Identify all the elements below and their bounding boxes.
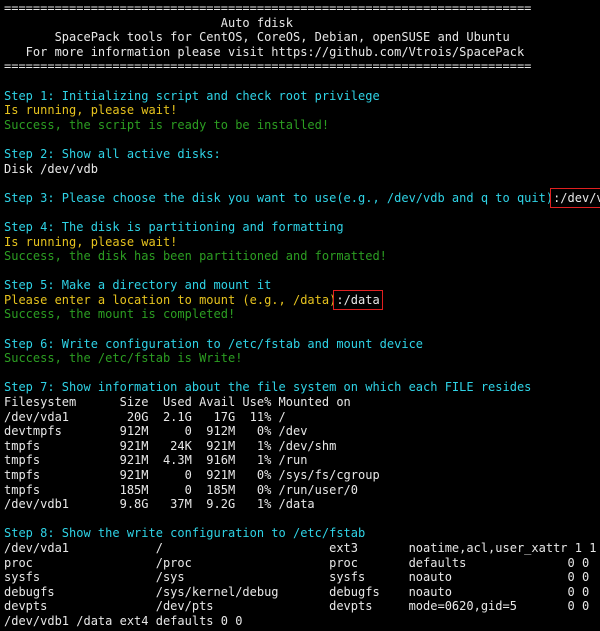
terminal-line: Success, the script is ready to be insta… <box>4 118 600 133</box>
terminal-text: /dev/vda1 / ext3 noatime,acl,user_xattr … <box>4 540 597 555</box>
terminal-text: devpts /dev/pts devpts mode=0620,gid=5 0… <box>4 599 590 614</box>
terminal-output: ========================================… <box>4 1 600 629</box>
terminal-line: Disk /dev/vdb <box>4 162 600 177</box>
terminal-line: Is running, please wait! <box>4 103 600 118</box>
terminal-line: /dev/vdb1 9.8G 37M 9.2G 1% /data <box>4 497 600 512</box>
terminal-line: Filesystem Size Used Avail Use% Mounted … <box>4 395 600 410</box>
terminal-text: Step 6: Write configuration to /etc/fsta… <box>4 336 424 351</box>
terminal-line: /dev/vdb1 /data ext4 defaults 0 0 <box>4 614 600 629</box>
terminal-line: ========================================… <box>4 1 600 16</box>
terminal-text: Success, the script is ready to be insta… <box>4 117 330 132</box>
terminal-line: proc /proc proc defaults 0 0 <box>4 556 600 571</box>
terminal-text: Filesystem Size Used Avail Use% Mounted … <box>4 395 351 410</box>
terminal-line: Step 6: Write configuration to /etc/fsta… <box>4 337 600 352</box>
terminal-line: Success, the disk has been partitioned a… <box>4 249 600 264</box>
terminal-text: sysfs /sys sysfs noauto 0 0 <box>4 570 590 585</box>
terminal-line: /dev/vda1 / ext3 noatime,acl,user_xattr … <box>4 541 600 556</box>
terminal-text: tmpfs 921M 0 921M 0% /sys/fs/cgroup <box>4 468 380 482</box>
terminal-line: tmpfs 921M 24K 921M 1% /dev/shm <box>4 439 600 454</box>
terminal-line: Step 7: Show information about the file … <box>4 380 600 395</box>
terminal-text: Please enter a location to mount (e.g., … <box>4 292 337 307</box>
highlighted-input-value: :/data <box>333 289 383 310</box>
terminal-text: Step 2: Show all active disks: <box>4 146 221 161</box>
terminal-line: Success, the /etc/fstab is Write! <box>4 351 600 366</box>
terminal-text: Step 5: Make a directory and mount it <box>4 278 272 293</box>
terminal-text: SpacePack tools for CentOS, CoreOS, Debi… <box>4 30 510 45</box>
terminal-line: Step 5: Make a directory and mount it <box>4 278 600 293</box>
terminal-text: Step 8: Show the write configuration to … <box>4 526 366 541</box>
terminal-text: /dev/vdb1 /data ext4 defaults 0 0 <box>4 613 243 628</box>
terminal-line: SpacePack tools for CentOS, CoreOS, Debi… <box>4 30 600 45</box>
terminal-text: tmpfs 185M 0 185M 0% /run/user/0 <box>4 482 359 497</box>
terminal-text: Step 4: The disk is partitioning and for… <box>4 219 344 234</box>
terminal-text: Is running, please wait! <box>4 103 178 118</box>
terminal-text: debugfs /sys/kernel/debug debugfs noauto… <box>4 584 590 599</box>
terminal-line: sysfs /sys sysfs noauto 0 0 <box>4 570 600 585</box>
terminal-line: Auto fdisk <box>4 16 600 31</box>
terminal-text: tmpfs 921M 4.3M 916M 1% /run <box>4 453 308 468</box>
terminal-text: For more information please visit https:… <box>4 44 525 59</box>
terminal-text: tmpfs 921M 24K 921M 1% /dev/shm <box>4 438 337 453</box>
terminal-text: Step 3: Please choose the disk you want … <box>4 190 554 205</box>
terminal-text: proc /proc proc defaults 0 0 <box>4 555 590 570</box>
terminal-line: Please enter a location to mount (e.g., … <box>4 289 600 310</box>
terminal-text: ========================================… <box>4 59 532 74</box>
terminal-text: /dev/vdb1 9.8G 37M 9.2G 1% /data <box>4 497 315 512</box>
terminal-line: Step 4: The disk is partitioning and for… <box>4 220 600 235</box>
terminal-text: Step 7: Show information about the file … <box>4 380 532 395</box>
terminal-line: tmpfs 185M 0 185M 0% /run/user/0 <box>4 483 600 498</box>
terminal-text: /dev/vda1 20G 2.1G 17G 11% / <box>4 409 286 424</box>
terminal-line: Is running, please wait! <box>4 235 600 250</box>
terminal-line: Step 8: Show the write configuration to … <box>4 526 600 541</box>
terminal-text: Auto fdisk <box>4 15 293 30</box>
terminal-line: Step 2: Show all active disks: <box>4 147 600 162</box>
terminal-text: Success, the disk has been partitioned a… <box>4 249 387 264</box>
terminal-text: Step 1: Initializing script and check ro… <box>4 88 380 103</box>
terminal-text: Is running, please wait! <box>4 234 178 249</box>
highlighted-input-value: :/dev/vdb <box>550 187 600 208</box>
terminal-line: Step 3: Please choose the disk you want … <box>4 187 600 208</box>
terminal-line: devtmpfs 912M 0 912M 0% /dev <box>4 424 600 439</box>
terminal-text: Success, the mount is completed! <box>4 307 236 322</box>
terminal-line: /dev/vda1 20G 2.1G 17G 11% / <box>4 410 600 425</box>
terminal-line: For more information please visit https:… <box>4 45 600 60</box>
terminal-line: ========================================… <box>4 59 600 74</box>
terminal-line: debugfs /sys/kernel/debug debugfs noauto… <box>4 585 600 600</box>
terminal-text: Disk /dev/vdb <box>4 161 98 176</box>
terminal-line: tmpfs 921M 4.3M 916M 1% /run <box>4 453 600 468</box>
terminal-text: ========================================… <box>4 1 532 15</box>
terminal-text: Success, the /etc/fstab is Write! <box>4 351 243 366</box>
terminal-line: Success, the mount is completed! <box>4 307 600 322</box>
terminal-text: devtmpfs 912M 0 912M 0% /dev <box>4 424 308 439</box>
terminal-line: Step 1: Initializing script and check ro… <box>4 89 600 104</box>
terminal-line: tmpfs 921M 0 921M 0% /sys/fs/cgroup <box>4 468 600 483</box>
terminal-line: devpts /dev/pts devpts mode=0620,gid=5 0… <box>4 599 600 614</box>
